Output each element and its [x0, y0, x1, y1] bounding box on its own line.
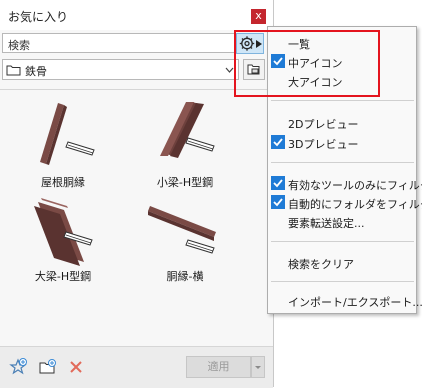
item-label: 小梁-H型鋼	[156, 176, 214, 189]
favorite-item[interactable]: 大梁-H型鋼	[8, 192, 118, 302]
panel-title: お気に入り	[8, 10, 69, 24]
search-placeholder: 検索	[8, 39, 30, 52]
girt-thumbnail-icon	[148, 206, 216, 254]
folder-select[interactable]: 鉄骨	[2, 59, 239, 80]
item-label: 大梁-H型鋼	[34, 270, 92, 283]
h-beam-thumbnail-icon	[160, 102, 215, 158]
menu-item-clear-search[interactable]: 検索をクリア	[288, 256, 354, 272]
chevron-down-icon	[225, 67, 234, 73]
close-button[interactable]: x	[251, 9, 266, 24]
item-label: 胴縁-横	[166, 270, 204, 283]
folder-name: 鉄骨	[25, 65, 47, 78]
menu-divider	[271, 100, 414, 101]
title-bar: お気に入り x	[0, 0, 273, 30]
chevron-down-icon	[255, 366, 261, 369]
delete-icon[interactable]	[68, 359, 84, 375]
apply-button[interactable]: 適用	[186, 356, 251, 378]
add-favorite-icon[interactable]	[8, 357, 28, 377]
menu-item-transfer-settings[interactable]: 要素転送設定...	[288, 215, 365, 231]
menu-divider	[271, 241, 414, 242]
favorite-item[interactable]: 胴縁-横	[130, 192, 240, 302]
divider	[0, 89, 273, 90]
menu-divider	[271, 281, 414, 282]
checkmark-icon	[271, 176, 285, 190]
menu-item-3d-preview[interactable]: 3Dプレビュー	[288, 136, 358, 152]
highlight-box	[234, 30, 380, 97]
search-input[interactable]: 検索	[2, 33, 236, 53]
menu-item-auto-filter-folders[interactable]: 自動的にフォルダをフィルタ	[288, 196, 422, 212]
bottom-toolbar: 適用	[0, 346, 273, 388]
menu-item-filter-active-tools[interactable]: 有効なツールのみにフィルタ	[288, 177, 422, 193]
checkmark-icon	[271, 135, 285, 149]
menu-divider	[271, 162, 414, 163]
folder-icon	[6, 65, 21, 76]
new-folder-icon[interactable]	[38, 357, 58, 377]
beam-thumbnail-icon	[40, 103, 95, 165]
menu-item-import-export[interactable]: インポート/エクスポート...	[288, 294, 422, 310]
checkmark-icon	[271, 195, 285, 209]
menu-item-2d-preview[interactable]: 2Dプレビュー	[288, 116, 358, 132]
item-label: 屋根胴縁	[41, 176, 85, 189]
favorites-panel: お気に入り x 検索 鉄骨 屋根胴縁 小梁-H型鋼 大梁-H型鋼 胴縁-横 適用	[0, 0, 274, 388]
h-beam-thumbnail-icon	[34, 198, 93, 266]
apply-dropdown-button[interactable]	[251, 356, 265, 378]
